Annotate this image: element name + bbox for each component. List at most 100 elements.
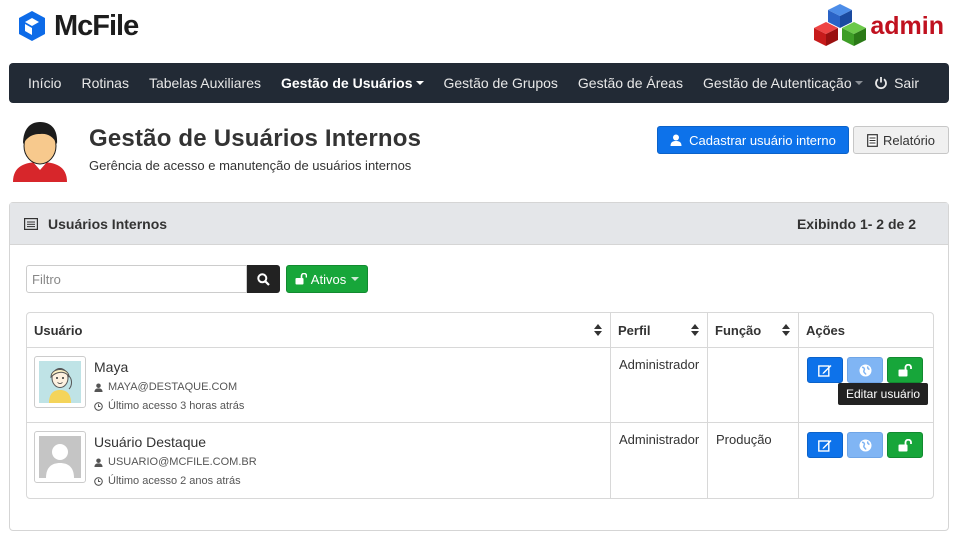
user-photo-icon — [39, 361, 81, 403]
top-header: McFile admin — [0, 0, 958, 60]
add-internal-user-button[interactable]: Cadastrar usuário interno — [657, 126, 849, 154]
cubes-icon — [814, 4, 867, 46]
actions-cell — [798, 423, 933, 498]
table-row: Maya MAYA@DESTAQUE.COM Último acesso 3 h… — [27, 348, 933, 423]
column-header-label: Ações — [806, 322, 846, 338]
filter-input[interactable] — [26, 265, 247, 293]
profile-cell: Administrador — [610, 348, 707, 423]
user-last-access: Último acesso 2 anos atrás — [108, 475, 241, 487]
sort-icon — [782, 324, 790, 336]
document-icon — [867, 133, 878, 147]
user-last-access: Último acesso 3 horas atrás — [108, 400, 245, 412]
nav-item-gestao-grupos[interactable]: Gestão de Grupos — [444, 75, 558, 91]
column-header-label: Usuário — [34, 322, 83, 338]
users-table: Usuário Perfil Função Ações Maya MAYA@DE… — [26, 312, 934, 499]
status-filter-dropdown[interactable]: Ativos — [286, 265, 368, 293]
nav-item-label: Início — [28, 75, 62, 91]
panel-header: Usuários Internos Exibindo 1- 2 de 2 — [10, 203, 948, 245]
nav-item-label: Gestão de Áreas — [577, 75, 683, 91]
user-icon — [670, 134, 682, 146]
access-user-button[interactable] — [847, 432, 883, 458]
user-last-access-line: Último acesso 2 anos atrás — [94, 475, 241, 487]
unlock-icon — [898, 438, 912, 451]
column-header-funcao[interactable]: Função — [707, 313, 798, 348]
main-navbar: Início Rotinas Tabelas Auxiliares Gestão… — [9, 63, 949, 103]
user-thumbnail — [34, 431, 86, 483]
panel-title: Usuários Internos — [48, 215, 168, 232]
page-header: Gestão de Usuários Internos Gerência de … — [9, 118, 949, 184]
table-header-row: Usuário Perfil Função Ações — [27, 313, 933, 348]
chevron-down-icon — [415, 81, 424, 85]
edit-icon — [818, 364, 832, 377]
nav-item-gestao-autenticacao[interactable]: Gestão de Autenticação — [703, 75, 863, 91]
unlock-icon — [295, 273, 307, 285]
nav-item-label: Gestão de Usuários — [281, 75, 413, 91]
user-last-access-line: Último acesso 3 horas atrás — [94, 400, 244, 412]
user-avatar-icon — [13, 122, 67, 182]
power-icon — [875, 77, 887, 90]
user-name: Usuário Destaque — [94, 434, 207, 450]
logout-button[interactable]: Sair — [874, 63, 919, 103]
user-email-line: USUARIO@MCFILE.COM.BR — [94, 456, 257, 468]
report-button[interactable]: Relatório — [853, 126, 949, 154]
table-row: Usuário Destaque USUARIO@MCFILE.COM.BR Ú… — [27, 423, 933, 498]
nav-item-inicio[interactable]: Início — [28, 75, 61, 91]
filter-bar: Ativos — [26, 265, 368, 293]
user-email: MAYA@DESTAQUE.COM — [108, 381, 238, 393]
nav-item-label: Tabelas Auxiliares — [148, 75, 261, 91]
edit-user-button[interactable] — [807, 432, 843, 458]
toggle-active-button[interactable] — [887, 357, 923, 383]
toggle-active-button[interactable] — [887, 432, 923, 458]
edit-user-button[interactable] — [807, 357, 843, 383]
column-header-acoes: Ações — [798, 313, 933, 348]
user-icon — [94, 382, 103, 392]
nav-item-label: Gestão de Grupos — [443, 75, 558, 91]
user-email: USUARIO@MCFILE.COM.BR — [108, 456, 257, 468]
mcfile-logo[interactable]: McFile — [16, 8, 139, 44]
search-icon — [257, 272, 270, 286]
nav-item-label: Gestão de Autenticação — [702, 75, 852, 91]
clock-icon — [94, 401, 103, 411]
globe-icon — [859, 439, 871, 451]
report-label: Relatório — [882, 132, 936, 148]
nav-item-gestao-areas[interactable]: Gestão de Áreas — [578, 75, 683, 91]
app-name: McFile — [54, 9, 139, 42]
column-header-perfil[interactable]: Perfil — [610, 313, 707, 348]
column-header-label: Perfil — [618, 322, 651, 338]
logout-label: Sair — [894, 75, 919, 91]
column-header-usuario[interactable]: Usuário — [27, 313, 610, 348]
default-avatar-icon — [39, 436, 81, 478]
user-name: Maya — [94, 359, 129, 375]
admin-logo: admin — [812, 2, 944, 50]
function-cell: Produção — [707, 423, 798, 498]
nav-item-gestao-usuarios[interactable]: Gestão de Usuários — [281, 75, 424, 91]
edit-icon — [818, 439, 832, 452]
clock-icon — [94, 476, 103, 486]
profile-cell: Administrador — [610, 423, 707, 498]
user-cell: Maya MAYA@DESTAQUE.COM Último acesso 3 h… — [27, 348, 610, 423]
function-cell — [707, 348, 798, 423]
record-count: Exibindo 1- 2 de 2 — [796, 215, 916, 232]
column-header-label: Função — [715, 322, 762, 338]
search-button[interactable] — [247, 265, 280, 293]
edit-user-tooltip: Editar usuário — [838, 383, 929, 405]
nav-item-rotinas[interactable]: Rotinas — [81, 75, 128, 91]
nav-item-tabelas-auxiliares[interactable]: Tabelas Auxiliares — [149, 75, 261, 91]
user-email-line: MAYA@DESTAQUE.COM — [94, 381, 237, 393]
admin-label: admin — [870, 11, 944, 40]
sort-icon — [594, 324, 602, 336]
sort-icon — [691, 324, 699, 336]
chevron-down-icon — [854, 81, 863, 85]
globe-icon — [859, 364, 871, 376]
user-icon — [94, 457, 103, 467]
page-title: Gestão de Usuários Internos — [89, 125, 422, 152]
user-cell: Usuário Destaque USUARIO@MCFILE.COM.BR Ú… — [27, 423, 610, 498]
nav-item-label: Rotinas — [81, 75, 129, 91]
list-icon — [24, 217, 38, 230]
page-subtitle: Gerência de acesso e manutenção de usuár… — [89, 158, 412, 173]
status-filter-label: Ativos — [310, 271, 347, 287]
chevron-down-icon — [351, 277, 360, 281]
users-panel: Usuários Internos Exibindo 1- 2 de 2 Ati… — [9, 202, 949, 531]
unlock-icon — [898, 363, 912, 376]
access-user-button[interactable] — [847, 357, 883, 383]
